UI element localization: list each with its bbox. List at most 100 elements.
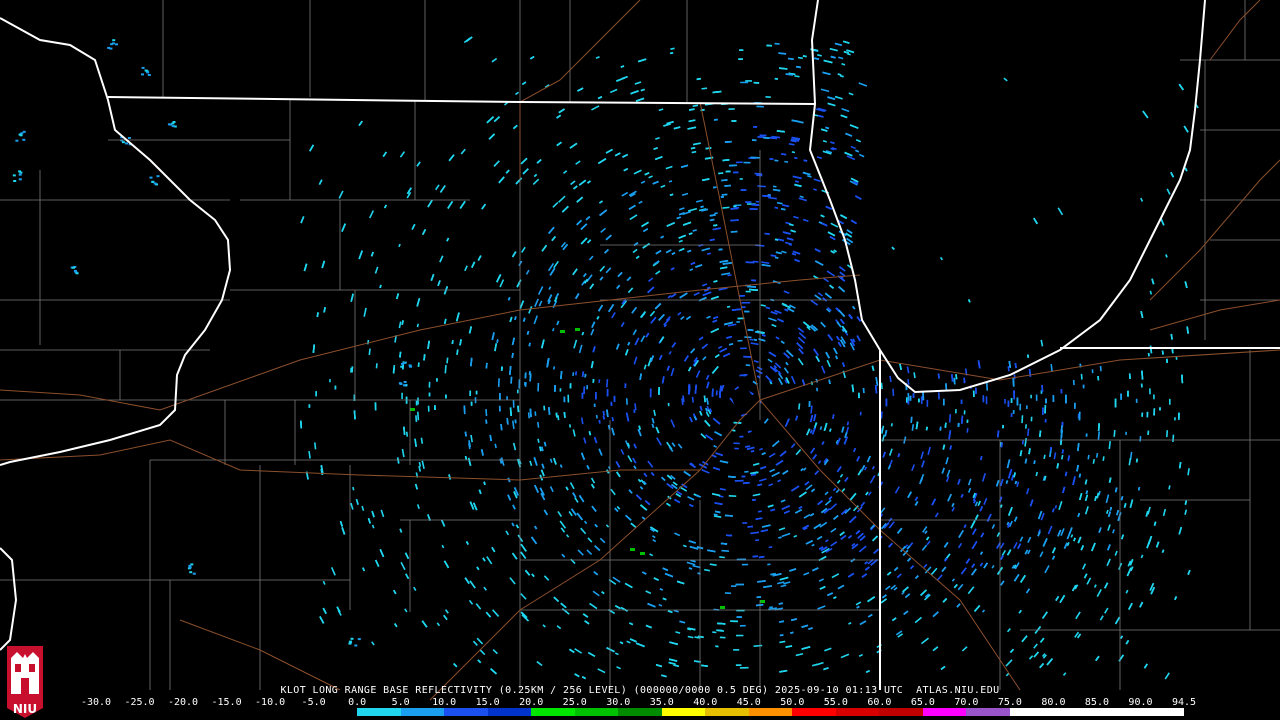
echo-cell — [1091, 369, 1094, 374]
colorbar-segment — [574, 708, 619, 716]
echo-cell — [403, 384, 406, 387]
echo-cell — [554, 385, 556, 392]
colorbar-tick-label: -30.0 — [80, 697, 112, 708]
echo-cell — [774, 77, 778, 80]
echo-cell — [755, 200, 760, 203]
echo-cell — [985, 396, 988, 405]
echo-cell — [922, 392, 925, 401]
echo-cell — [724, 592, 732, 595]
echo-cell — [742, 522, 748, 524]
echo-cell — [563, 396, 566, 403]
echo-cell-green — [560, 330, 565, 333]
echo-cell — [1044, 418, 1047, 423]
echo-cell — [730, 620, 739, 623]
echo-cell — [1153, 408, 1156, 416]
echo-cell-green — [720, 606, 725, 609]
echo-cell — [334, 385, 337, 390]
echo-cell — [1012, 410, 1015, 414]
colorbar-segment — [531, 708, 575, 716]
echo-cell — [1052, 395, 1055, 403]
echo-cell — [403, 381, 407, 383]
colorbar-tick-label: -15.0 — [211, 697, 242, 708]
echo-cell — [18, 133, 22, 136]
echo-cell — [744, 310, 750, 313]
colorbar-tick-label: 60.0 — [867, 697, 892, 708]
echo-cell — [733, 171, 739, 174]
echo-cell — [401, 392, 403, 399]
echo-cell — [740, 81, 749, 84]
echo-cell — [739, 624, 746, 627]
echo-cell — [428, 392, 431, 397]
echo-cell — [409, 365, 413, 368]
echo-cell — [498, 405, 501, 412]
colorbar-segment — [835, 708, 880, 716]
echo-cell — [735, 583, 745, 586]
echo-cell — [348, 642, 352, 645]
echo-cell — [739, 435, 744, 438]
echo-cell — [750, 156, 760, 159]
colorbar-tick-label: 10.0 — [432, 697, 457, 708]
echo-cell-green — [640, 552, 645, 555]
colorbar-segment — [966, 708, 1010, 716]
echo-cell — [112, 39, 116, 42]
echo-cell — [1168, 398, 1171, 405]
echo-cell — [156, 175, 160, 178]
echo-cell — [735, 634, 744, 637]
colorbar-segment — [1009, 708, 1054, 716]
echo-cell — [972, 390, 975, 397]
echo-cell — [1085, 433, 1088, 437]
colorbar-segment — [400, 708, 445, 716]
echo-cell — [715, 645, 719, 648]
echo-cell — [18, 173, 22, 176]
echo-cell — [436, 378, 438, 382]
colorbar-segment — [792, 708, 836, 716]
echo-cell — [18, 178, 22, 181]
colorbar-segment — [661, 708, 706, 716]
echo-cell — [12, 174, 16, 177]
colorbar-segment — [183, 708, 227, 716]
echo-cell — [736, 616, 742, 618]
echo-cell — [121, 141, 125, 144]
colorbar-tick-label: 15.0 — [475, 697, 500, 708]
echo-cell — [1149, 388, 1151, 395]
echo-cell — [742, 374, 747, 377]
echo-cell — [398, 382, 402, 385]
echo-cell — [745, 201, 752, 204]
colorbar-segment — [1096, 708, 1141, 716]
echo-cell — [559, 388, 562, 392]
colorbar-tick-label: 30.0 — [606, 697, 631, 708]
echo-cell — [445, 394, 447, 399]
echo-cell — [739, 178, 743, 180]
echo-cell — [141, 73, 144, 76]
echo-cell — [72, 266, 75, 269]
echo-cell — [749, 208, 758, 211]
colorbar-tick-label: 55.0 — [823, 697, 848, 708]
echo-cell — [329, 379, 331, 383]
echo-cell — [909, 395, 912, 401]
colorbar-tick-label: -5.0 — [301, 697, 326, 708]
colorbar-segment — [226, 708, 271, 716]
echo-cell — [1125, 431, 1127, 435]
echo-cell — [745, 290, 751, 293]
echo-cell — [22, 138, 26, 141]
echo-cell — [918, 398, 920, 403]
echo-cell — [13, 180, 17, 182]
echo-cell — [1030, 394, 1032, 399]
echo-cell — [736, 321, 740, 323]
echo-cell — [1135, 398, 1138, 403]
echo-cell-green — [575, 328, 580, 331]
colorbar-tick-label: 90.0 — [1128, 697, 1153, 708]
echo-cell — [127, 137, 131, 139]
echo-cell — [15, 139, 19, 142]
echo-cell — [1013, 390, 1016, 400]
colorbar-tick-label: 0.0 — [348, 697, 367, 708]
echo-cell — [357, 638, 361, 641]
echo-cell — [982, 395, 985, 403]
echo-cell — [942, 398, 945, 406]
colorbar — [96, 708, 1184, 716]
echo-cell — [1026, 405, 1028, 409]
echo-cell — [1004, 398, 1006, 404]
colorbar-tick-label: 20.0 — [519, 697, 544, 708]
colorbar-tick-label: 94.5 — [1171, 697, 1197, 708]
echo-cell — [1041, 385, 1044, 393]
